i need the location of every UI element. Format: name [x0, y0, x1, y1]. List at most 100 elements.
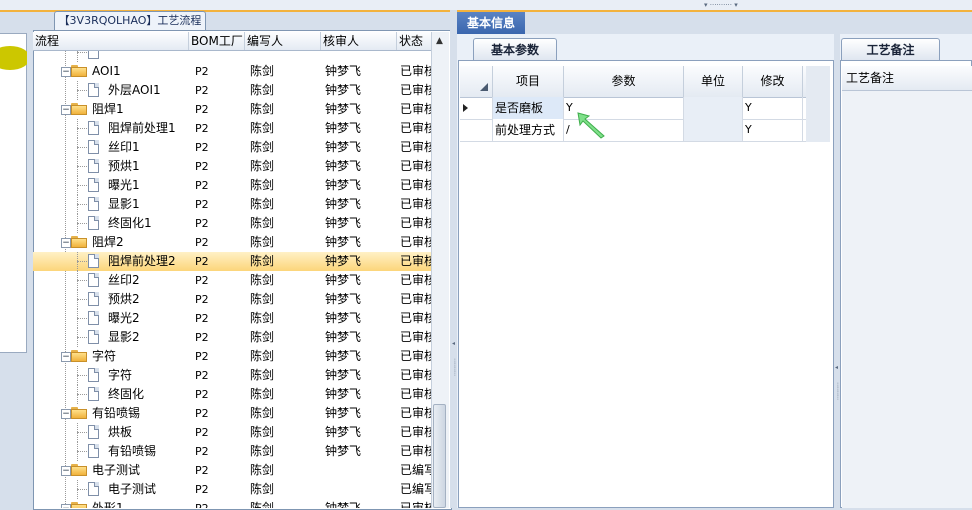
tree-node-label[interactable]: 显影2	[108, 328, 140, 347]
tree-node-label[interactable]: 阻焊前处理1	[108, 119, 176, 138]
tree-row[interactable]: 外层AOI1 P2 陈剑 钟梦飞 已审核	[33, 81, 431, 100]
splitter-grip-icon[interactable]: ▾ ·········· ▾	[704, 2, 774, 9]
collapse-icon[interactable]: −	[61, 409, 71, 419]
tree-node-label[interactable]: 终固化1	[108, 214, 152, 233]
tree-node-label[interactable]: 曝光1	[108, 176, 140, 195]
reviewer-cell: 钟梦飞	[325, 254, 362, 268]
collapse-icon[interactable]: −	[61, 504, 71, 508]
collapse-icon[interactable]: −	[61, 105, 71, 115]
writer-cell: 陈剑	[250, 311, 275, 325]
param-row[interactable]: 是否磨板 Y Y	[460, 97, 830, 120]
splitter-arrow-icon[interactable]: ◂	[452, 340, 455, 347]
writer-cell: 陈剑	[250, 83, 275, 97]
reviewer-cell: 钟梦飞	[325, 273, 362, 287]
scrollbar-thumb[interactable]	[433, 404, 446, 508]
tree-row[interactable]: 显影1 P2 陈剑 钟梦飞 已审核	[33, 195, 431, 214]
tab-basic-params[interactable]: 基本参数	[473, 38, 557, 60]
tree-node-label[interactable]: 阻焊2	[92, 233, 124, 252]
collapse-icon[interactable]: −	[61, 466, 71, 476]
tree-row[interactable]: 有铅喷锡 P2 陈剑 钟梦飞 已审核	[33, 442, 431, 461]
writer-cell: 陈剑	[250, 64, 275, 78]
process-tab[interactable]: 【3V3RQOLHAO】工艺流程	[54, 11, 206, 30]
status-cell: 已编写	[400, 482, 431, 496]
tree-row[interactable]: 预烘2 P2 陈剑 钟梦飞 已审核	[33, 290, 431, 309]
tree-node-label[interactable]: 字符	[92, 347, 116, 366]
process-tree: − AOI1 P2 陈剑 钟梦飞 已审核 外层AOI1 P2 陈剑 钟梦飞 已审核 − 阻焊1 P2 陈剑钟…	[33, 51, 431, 508]
tree-row[interactable]: − 外形1 P2陈剑 钟梦飞 已审核	[33, 499, 431, 508]
reviewer-cell: 钟梦飞	[325, 444, 362, 458]
tree-node-label[interactable]: 阻焊1	[92, 100, 124, 119]
tree-node-label[interactable]: 电子测试	[108, 480, 156, 499]
tree-node-label[interactable]: AOI1	[92, 62, 121, 81]
tree-row[interactable]: 字符 P2 陈剑 钟梦飞 已审核	[33, 366, 431, 385]
column-header-bom[interactable]: BOM工厂	[189, 32, 245, 50]
tree-connector	[77, 52, 87, 53]
tree-node-label[interactable]: 外形1	[92, 499, 124, 508]
column-header-reviewer[interactable]: 核审人	[321, 32, 397, 50]
param-modify-cell[interactable]: Y	[743, 97, 803, 119]
writer-cell: 陈剑	[250, 292, 275, 306]
column-header-writer[interactable]: 编写人	[245, 32, 321, 50]
info-panel-title[interactable]: 基本信息	[457, 12, 525, 34]
tree-row[interactable]: 阻焊前处理1 P2 陈剑 钟梦飞 已审核	[33, 119, 431, 138]
column-header-modify[interactable]: 修改	[743, 66, 803, 97]
tree-row[interactable]: 丝印1 P2 陈剑 钟梦飞 已审核	[33, 138, 431, 157]
tree-node-label[interactable]: 字符	[108, 366, 132, 385]
status-cell: 已审核	[400, 235, 431, 249]
row-selector-header[interactable]	[460, 66, 493, 97]
tab-craft-notes[interactable]: 工艺备注	[841, 38, 940, 60]
tree-node-label[interactable]: 终固化	[108, 385, 144, 404]
tree-node-label[interactable]: 阻焊前处理2	[108, 252, 176, 271]
tree-row[interactable]: 阻焊前处理2 P2 陈剑 钟梦飞 已审核	[33, 252, 431, 271]
param-row[interactable]: 前处理方式 / Y	[460, 119, 830, 142]
tree-row[interactable]: 烘板 P2 陈剑 钟梦飞 已审核	[33, 423, 431, 442]
tree-row[interactable]: 丝印2 P2 陈剑 钟梦飞 已审核	[33, 271, 431, 290]
tree-node-label[interactable]: 外层AOI1	[108, 81, 161, 100]
column-header-flow[interactable]: 流程	[33, 32, 189, 50]
collapse-icon[interactable]: −	[61, 238, 71, 248]
bom-cell: P2	[195, 160, 209, 173]
tree-row[interactable]: − 有铅喷锡 P2 陈剑 钟梦飞 已审核	[33, 404, 431, 423]
column-header-status[interactable]: 状态	[397, 32, 431, 50]
tree-node-label[interactable]: 有铅喷锡	[108, 442, 156, 461]
tree-row[interactable]: 曝光2 P2 陈剑 钟梦飞 已审核	[33, 309, 431, 328]
tree-row[interactable]: − 阻焊2 P2 陈剑 钟梦飞 已审核	[33, 233, 431, 252]
tree-node-label[interactable]: 预烘1	[108, 157, 140, 176]
tree-node-label[interactable]: 预烘2	[108, 290, 140, 309]
tree-node-label[interactable]: 丝印1	[108, 138, 140, 157]
tree-row[interactable]: 曝光1 P2 陈剑 钟梦飞 已审核	[33, 176, 431, 195]
collapse-icon[interactable]: −	[61, 352, 71, 362]
tree-row[interactable]: 预烘1 P2 陈剑 钟梦飞 已审核	[33, 157, 431, 176]
collapse-icon[interactable]: −	[61, 67, 71, 77]
scroll-up-icon[interactable]: ▲	[431, 33, 448, 50]
param-modify-cell[interactable]: Y	[743, 119, 803, 141]
folder-icon	[71, 502, 87, 508]
writer-cell: 陈剑	[250, 216, 275, 230]
tree-node-label[interactable]: 丝印2	[108, 271, 140, 290]
bom-cell: P2	[195, 179, 209, 192]
notes-textarea[interactable]	[842, 91, 972, 508]
tree-node-label[interactable]: 烘板	[108, 423, 132, 442]
tree-row[interactable]	[33, 51, 431, 62]
tree-row[interactable]: − 阻焊1 P2 陈剑 钟梦飞 已审核	[33, 100, 431, 119]
column-header-param[interactable]: 参数	[564, 66, 684, 97]
column-header-unit[interactable]: 单位	[684, 66, 743, 97]
tree-row[interactable]: − 字符 P2 陈剑 钟梦飞 已审核	[33, 347, 431, 366]
tree-row[interactable]: 电子测试 P2 陈剑 已编写	[33, 480, 431, 499]
bom-cell: P2	[195, 312, 209, 325]
tree-row[interactable]: 终固化 P2 陈剑 钟梦飞 已审核	[33, 385, 431, 404]
tree-node-label[interactable]: 显影1	[108, 195, 140, 214]
tree-node-label[interactable]: 曝光2	[108, 309, 140, 328]
tree-row[interactable]: 终固化1 P2 陈剑 钟梦飞 已审核	[33, 214, 431, 233]
reviewer-cell: 钟梦飞	[325, 292, 362, 306]
splitter-arrow-icon[interactable]: ◂	[835, 364, 838, 371]
tree-node-label[interactable]: 有铅喷锡	[92, 404, 140, 423]
tree-row[interactable]: 显影2 P2 陈剑 钟梦飞 已审核	[33, 328, 431, 347]
column-header-item[interactable]: 项目	[493, 66, 564, 97]
tree-node-label[interactable]: 电子测试	[92, 461, 140, 480]
status-cell: 已审核	[400, 64, 431, 78]
tree-row[interactable]: − 电子测试 P2 陈剑 已编写	[33, 461, 431, 480]
tree-row[interactable]: − AOI1 P2 陈剑 钟梦飞 已审核	[33, 62, 431, 81]
document-icon	[88, 425, 99, 439]
splitter-middle[interactable]: ◂ ⋮ ⋮ ⋮ ⋮	[450, 10, 458, 508]
